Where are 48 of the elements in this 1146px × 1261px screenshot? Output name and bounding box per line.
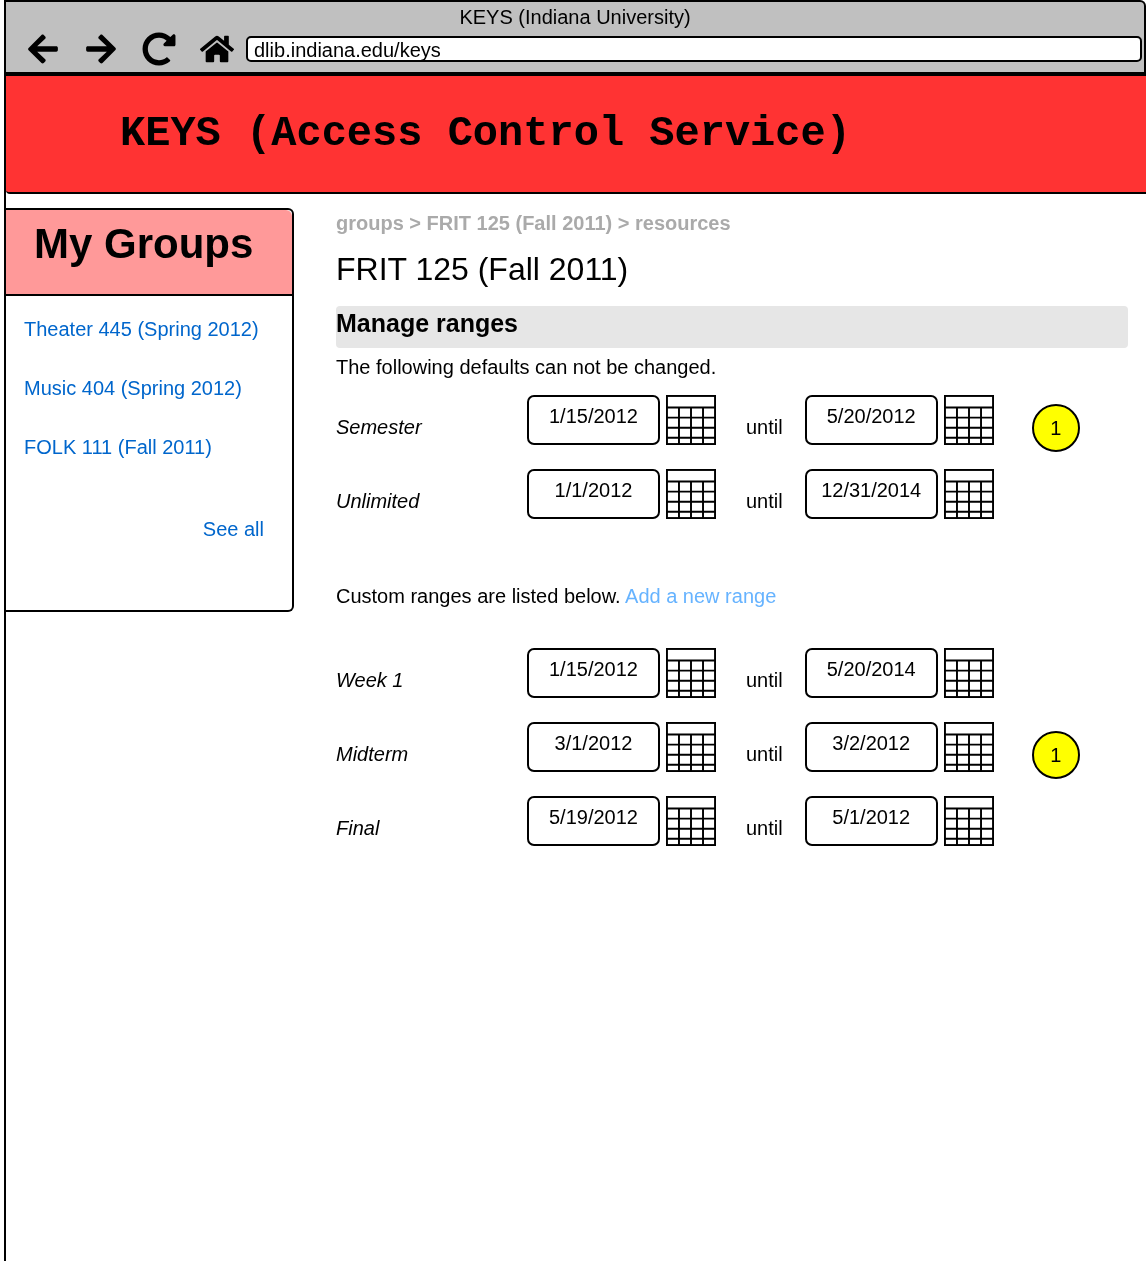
page-title: FRIT 125 (Fall 2011) — [336, 251, 630, 288]
calendar-icon[interactable] — [666, 395, 716, 445]
end-date-field[interactable]: 5/20/2014 — [804, 648, 938, 698]
group-link[interactable]: Music 404 (Spring 2012) — [24, 375, 264, 401]
custom-ranges-note: Custom ranges are listed below. Add a new range — [336, 585, 778, 608]
range-label: Unlimited — [336, 488, 421, 513]
range-label: Midterm — [336, 741, 410, 766]
see-all-link[interactable]: See all — [202, 518, 264, 541]
panel-title: My Groups — [34, 220, 255, 268]
until-label: until — [746, 415, 783, 439]
until-label: until — [746, 816, 783, 840]
end-date-field[interactable]: 5/1/2012 — [804, 796, 938, 846]
start-date-field[interactable]: 1/1/2012 — [527, 469, 660, 519]
defaults-note: The following defaults can not be changed. — [336, 356, 718, 379]
start-date-field[interactable]: 1/15/2012 — [527, 648, 660, 698]
start-date-field[interactable]: 1/15/2012 — [527, 395, 660, 445]
breadcrumb: groups > FRIT 125 (Fall 2011) > resources — [336, 212, 732, 235]
end-date-field[interactable]: 3/2/2012 — [804, 722, 938, 772]
end-date-field[interactable]: 12/31/2014 — [804, 469, 938, 519]
end-date-field[interactable]: 5/20/2012 — [804, 395, 938, 445]
until-label: until — [746, 742, 783, 766]
range-label: Final — [336, 815, 381, 840]
calendar-icon[interactable] — [943, 796, 994, 846]
calendar-icon[interactable] — [943, 395, 994, 445]
until-label: until — [746, 489, 783, 513]
start-date-field[interactable]: 5/19/2012 — [527, 796, 660, 846]
back-icon[interactable] — [26, 32, 60, 66]
calendar-icon[interactable] — [666, 796, 716, 846]
calendar-icon[interactable] — [943, 722, 994, 772]
calendar-icon[interactable] — [666, 469, 716, 519]
until-label: until — [746, 668, 783, 692]
window-title: KEYS (Indiana University) — [459, 6, 691, 28]
range-label: Week 1 — [336, 667, 405, 692]
range-label: Semester — [336, 414, 424, 439]
calendar-icon[interactable] — [666, 722, 716, 772]
calendar-icon[interactable] — [666, 648, 716, 698]
group-link[interactable]: Theater 445 (Spring 2012) — [24, 316, 264, 342]
forward-icon[interactable] — [84, 32, 118, 66]
reload-icon[interactable] — [142, 32, 176, 66]
calendar-icon[interactable] — [943, 469, 994, 519]
count-badge: 1 — [1031, 731, 1080, 779]
start-date-field[interactable]: 3/1/2012 — [527, 722, 660, 772]
address-field[interactable]: dlib.indiana.edu/keys — [246, 36, 1142, 62]
count-badge: 1 — [1031, 404, 1080, 452]
site-title: KEYS (Access Control Service) — [120, 110, 851, 158]
section-heading: Manage ranges — [336, 306, 1128, 348]
calendar-icon[interactable] — [943, 648, 994, 698]
group-link[interactable]: FOLK 111 (Fall 2011) — [24, 434, 264, 460]
